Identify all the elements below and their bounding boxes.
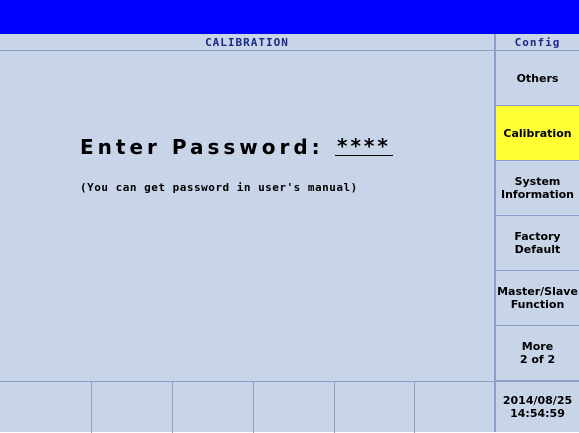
softkey-menu: Others Calibration System Information Fa… <box>496 51 579 432</box>
bottom-softkey-4[interactable] <box>254 382 335 433</box>
menu-title: Config <box>496 36 579 51</box>
bottom-softkey-2[interactable] <box>92 382 173 433</box>
password-hint: (You can get password in user's manual) <box>80 181 358 194</box>
bottom-softkey-3[interactable] <box>173 382 254 433</box>
bottom-softkey-6[interactable] <box>415 382 494 433</box>
page-title: CALIBRATION <box>0 36 494 51</box>
softkey-system-information[interactable]: System Information <box>496 161 579 216</box>
password-row: Enter Password: **** <box>80 129 480 163</box>
bottom-softkey-1[interactable] <box>0 382 92 433</box>
time-text: 14:54:59 <box>510 407 565 420</box>
bottom-softkey-5[interactable] <box>335 382 415 433</box>
softkey-more[interactable]: More 2 of 2 <box>496 326 579 381</box>
softkey-calibration[interactable]: Calibration <box>496 106 579 161</box>
instrument-screen: CALIBRATION Config Enter Password: **** … <box>0 0 579 433</box>
date-text: 2014/08/25 <box>502 394 573 407</box>
softkey-factory-default[interactable]: Factory Default <box>496 216 579 271</box>
calibration-panel: Enter Password: **** (You can get passwo… <box>0 51 494 381</box>
password-label: Enter Password: <box>80 135 324 159</box>
datetime-display: 2014/08/25 14:54:59 <box>496 381 579 432</box>
status-bar <box>0 0 579 34</box>
softkey-others[interactable]: Others <box>496 51 579 106</box>
softkey-master-slave-function[interactable]: Master/Slave Function <box>496 271 579 326</box>
password-input[interactable]: **** <box>335 129 393 158</box>
bottom-softkey-bar <box>0 381 494 433</box>
